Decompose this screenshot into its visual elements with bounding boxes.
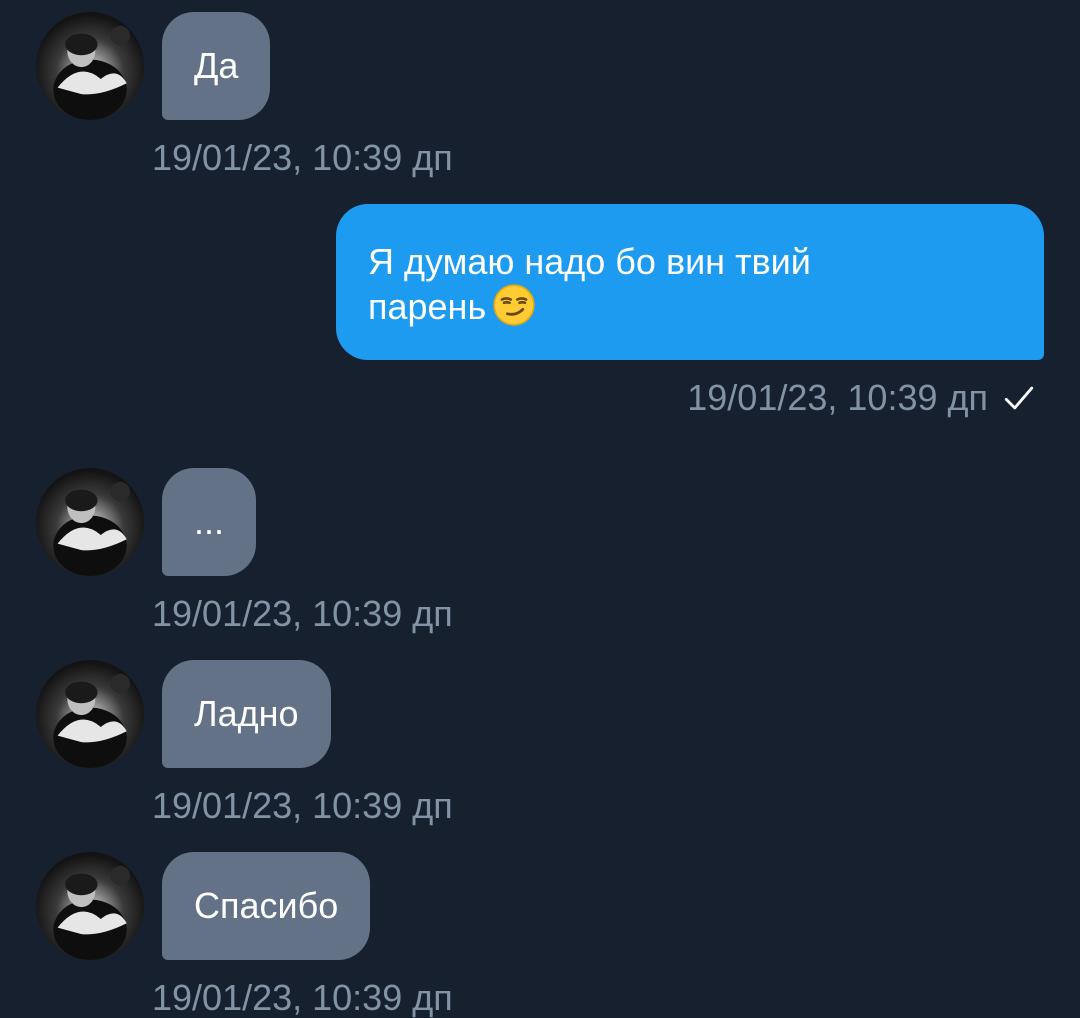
check-icon (1002, 381, 1036, 415)
message-timestamp: 19/01/23, 10:39 дп (152, 593, 453, 634)
avatar-photo (53, 482, 130, 576)
message-text: ... (194, 501, 225, 542)
message-text: Спасибо (194, 885, 339, 926)
contact-avatar[interactable] (36, 468, 144, 576)
message-bubble-outgoing[interactable]: Я думаю надо бо вин твий парень (336, 204, 1044, 360)
message-text-line1: Я думаю надо бо вин твий (368, 241, 811, 282)
message-timestamp: 19/01/23, 10:39 дп (152, 137, 453, 178)
message-timestamp: 19/01/23, 10:39 дп (152, 785, 453, 826)
smirking-face-emoji-icon (492, 283, 536, 327)
message-timestamp: 19/01/23, 10:39 дп (687, 377, 988, 418)
message-bubble-incoming[interactable]: Ладно (162, 660, 331, 768)
message-text-line2: парень (368, 286, 487, 327)
contact-avatar[interactable] (36, 12, 144, 120)
message-bubble-incoming[interactable]: Да (162, 12, 271, 120)
avatar-photo (53, 26, 130, 120)
message-bubble-incoming[interactable]: ... (162, 468, 257, 576)
contact-avatar[interactable] (36, 852, 144, 960)
message-text: Ладно (194, 693, 299, 734)
contact-avatar[interactable] (36, 660, 144, 768)
avatar-photo (53, 674, 130, 768)
message-bubble-incoming[interactable]: Спасибо (162, 852, 371, 960)
message-timestamp: 19/01/23, 10:39 дп (152, 977, 453, 1018)
message-text: Да (194, 45, 239, 86)
outgoing-meta: 19/01/23, 10:39 дп (687, 378, 1036, 418)
avatar-photo (53, 866, 130, 960)
